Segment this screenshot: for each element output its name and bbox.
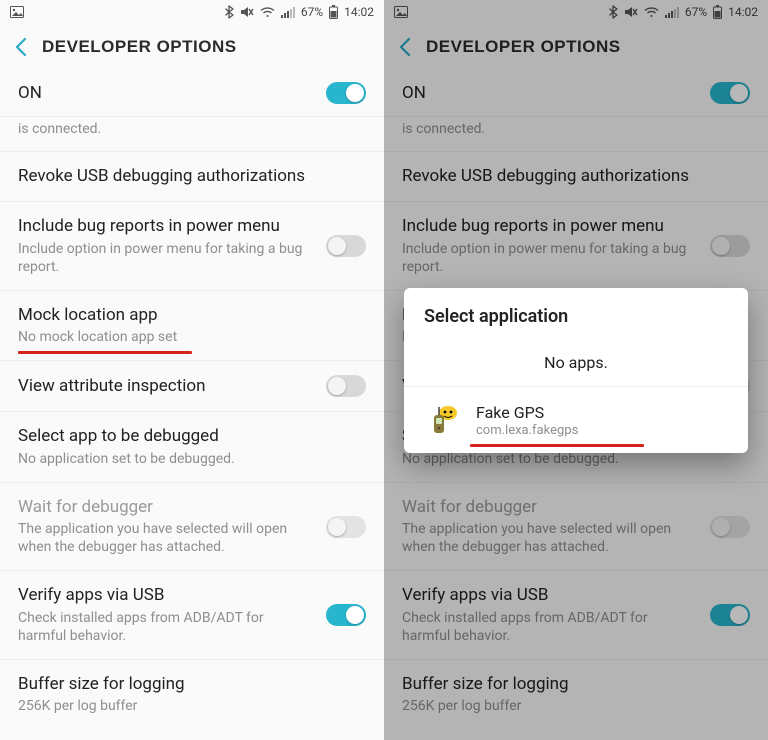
battery-icon: [329, 5, 338, 19]
dialog-title: Select application: [404, 288, 748, 339]
status-bar: 67% 14:02: [0, 0, 384, 24]
item-title: View attribute inspection: [18, 376, 314, 397]
fragment-text: is connected.: [0, 117, 384, 152]
view-attribute-switch[interactable]: [326, 375, 366, 397]
item-view-attribute[interactable]: View attribute inspection: [0, 361, 384, 412]
select-application-dialog: Select application No apps.: [404, 288, 748, 453]
item-subtitle: No application set to be debugged.: [18, 450, 366, 468]
item-verify-usb[interactable]: Verify apps via USB Check installed apps…: [0, 571, 384, 660]
wifi-icon: [260, 6, 275, 18]
phone-left: 67% 14:02 DEVELOPER OPTIONS ON is connec…: [0, 0, 384, 740]
item-title: Wait for debugger: [18, 497, 314, 518]
item-subtitle: Check installed apps from ADB/ADT for ha…: [18, 609, 314, 645]
bug-reports-switch[interactable]: [326, 235, 366, 257]
battery-percent: 67%: [301, 5, 323, 19]
item-revoke-usb[interactable]: Revoke USB debugging authorizations: [0, 152, 384, 202]
app-package: com.lexa.fakegps: [476, 423, 578, 438]
signal-icon: [281, 6, 295, 18]
item-title: Revoke USB debugging authorizations: [18, 166, 366, 187]
annotation-underline: [18, 351, 192, 354]
item-subtitle: No mock location app set: [18, 328, 366, 346]
item-title: Verify apps via USB: [18, 585, 314, 606]
item-wait-debugger: Wait for debugger The application you ha…: [0, 483, 384, 572]
clock: 14:02: [344, 5, 374, 19]
dialog-item-fakegps[interactable]: Fake GPS com.lexa.fakegps: [404, 386, 748, 453]
master-switch[interactable]: [326, 82, 366, 104]
item-title: Mock location app: [18, 305, 366, 326]
verify-usb-switch[interactable]: [326, 604, 366, 626]
item-title: Buffer size for logging: [18, 674, 366, 695]
app-name: Fake GPS: [476, 403, 578, 422]
item-mock-location[interactable]: Mock location app No mock location app s…: [0, 291, 384, 361]
item-subtitle: Include option in power menu for taking …: [18, 240, 314, 276]
annotation-underline: [470, 444, 644, 447]
page-title: DEVELOPER OPTIONS: [42, 37, 237, 57]
mute-icon: [240, 6, 254, 18]
fakegps-app-icon: [424, 401, 462, 439]
master-switch-label: ON: [18, 83, 42, 103]
phone-right: 67% 14:02 DEVELOPER OPTIONS ON is connec…: [384, 0, 768, 740]
item-subtitle: The application you have selected will o…: [18, 520, 314, 556]
dialog-none-label: No apps.: [544, 353, 608, 372]
item-select-debug-app[interactable]: Select app to be debugged No application…: [0, 412, 384, 482]
app-header: DEVELOPER OPTIONS: [0, 24, 384, 70]
image-icon: [10, 6, 24, 18]
back-button[interactable]: [14, 37, 28, 57]
wait-debugger-switch: [326, 516, 366, 538]
master-switch-row[interactable]: ON: [0, 70, 384, 117]
dialog-item-none[interactable]: No apps.: [404, 339, 748, 386]
item-bug-reports[interactable]: Include bug reports in power menu Includ…: [0, 202, 384, 291]
item-subtitle: 256K per log buffer: [18, 697, 366, 715]
item-title: Include bug reports in power menu: [18, 216, 314, 237]
bluetooth-icon: [225, 5, 234, 19]
item-title: Select app to be debugged: [18, 426, 366, 447]
item-buffer-size[interactable]: Buffer size for logging 256K per log buf…: [0, 660, 384, 729]
